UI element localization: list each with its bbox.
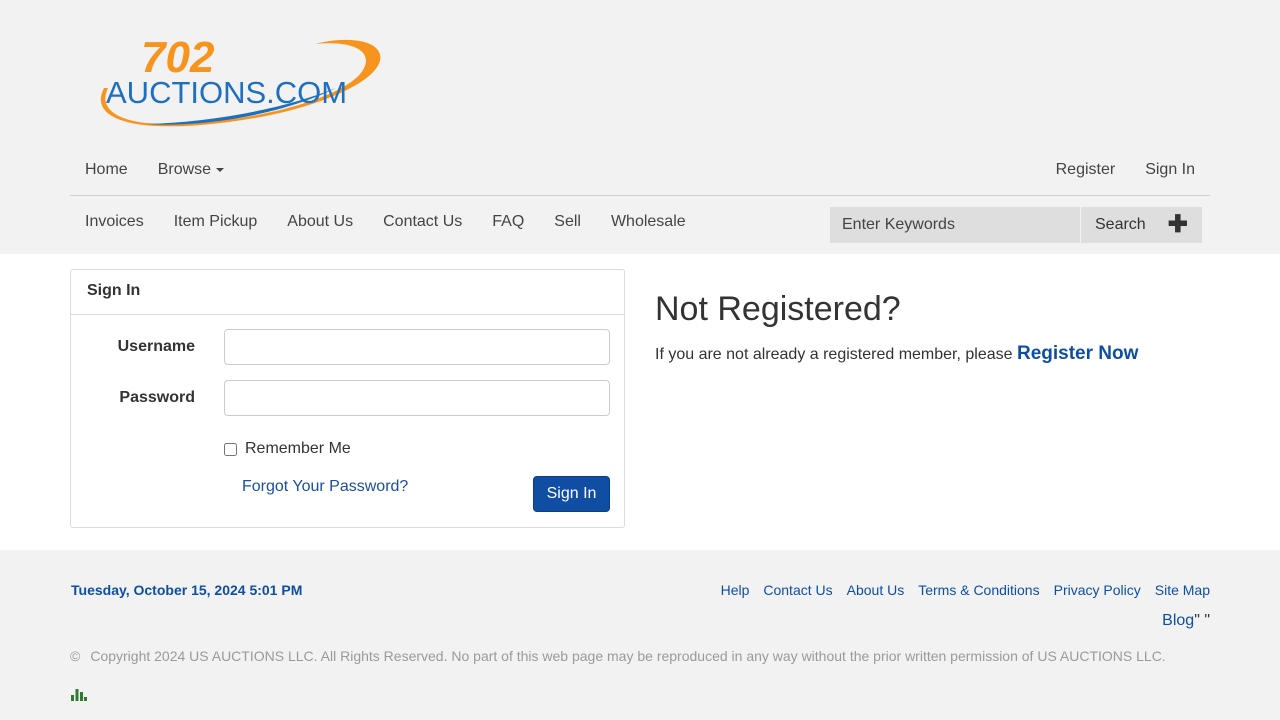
nav-item-pickup[interactable]: Item Pickup xyxy=(159,202,273,242)
password-label: Password xyxy=(119,389,195,406)
username-field[interactable] xyxy=(224,329,610,365)
nav-about-us[interactable]: About Us xyxy=(272,202,368,242)
svg-text:AUCTIONS.COM: AUCTIONS.COM xyxy=(106,75,347,110)
nav-sell[interactable]: Sell xyxy=(539,202,596,242)
nav-register[interactable]: Register xyxy=(1041,150,1131,190)
logo-graphic: 702 AUCTIONS.COM xyxy=(100,33,381,127)
remember-me-row: Remember Me xyxy=(224,440,351,458)
search-bar: Search ✚ xyxy=(830,207,1202,243)
footer-link-privacy-policy[interactable]: Privacy Policy xyxy=(1054,582,1141,598)
footer-link-blog[interactable]: Blog xyxy=(1162,612,1194,629)
sign-in-button[interactable]: Sign In xyxy=(533,476,610,512)
footer-link-help[interactable]: Help xyxy=(721,582,750,598)
username-label: Username xyxy=(117,338,195,355)
footer-links: Help Contact Us About Us Terms & Conditi… xyxy=(707,582,1210,598)
forgot-password-link[interactable]: Forgot Your Password? xyxy=(242,478,408,496)
footer-link-contact-us[interactable]: Contact Us xyxy=(763,582,832,598)
nav-faq[interactable]: FAQ xyxy=(477,202,539,242)
sign-in-panel: Sign In Username Password Remember Me Fo… xyxy=(70,269,625,528)
footer-blog: Blog" " xyxy=(1162,612,1210,630)
current-date: Tuesday, October 15, 2024 5:01 PM xyxy=(71,582,303,598)
not-registered-text: If you are not already a registered memb… xyxy=(655,343,1138,365)
sign-in-panel-title: Sign In xyxy=(71,270,624,315)
nav-browse-dropdown[interactable]: Browse xyxy=(143,150,239,190)
copyright-text: Copyright 2024 US AUCTIONS LLC. All Righ… xyxy=(90,648,1166,664)
nav-contact-us[interactable]: Contact Us xyxy=(368,202,477,242)
copyright-notice: © Copyright 2024 US AUCTIONS LLC. All Rig… xyxy=(70,648,1166,664)
search-input[interactable] xyxy=(830,207,1080,243)
secondary-navigation: Invoices Item Pickup About Us Contact Us… xyxy=(70,202,701,242)
stats-bar-chart-icon[interactable] xyxy=(71,687,87,701)
footer-link-about-us[interactable]: About Us xyxy=(847,582,905,598)
remember-me-checkbox[interactable] xyxy=(224,442,237,456)
nav-wholesale[interactable]: Wholesale xyxy=(596,202,701,242)
site-header: 702 AUCTIONS.COM Home Browse Register Si… xyxy=(0,0,1280,254)
footer-link-site-map[interactable]: Site Map xyxy=(1155,582,1210,598)
password-field[interactable] xyxy=(224,380,610,416)
top-navigation: Home Browse Register Sign In xyxy=(70,150,1210,196)
site-footer: Tuesday, October 15, 2024 5:01 PM Help C… xyxy=(0,550,1280,720)
caret-down-icon xyxy=(216,167,225,172)
remember-me-label: Remember Me xyxy=(245,440,351,457)
copyright-symbol: © xyxy=(70,648,81,664)
blog-trailing-quotes: " " xyxy=(1194,612,1210,629)
footer-link-terms[interactable]: Terms & Conditions xyxy=(918,582,1039,598)
register-now-link[interactable]: Register Now xyxy=(1017,343,1138,364)
search-button-label: Search xyxy=(1095,216,1146,233)
search-button[interactable]: Search ✚ xyxy=(1080,207,1202,243)
nav-sign-in[interactable]: Sign In xyxy=(1130,150,1210,190)
not-registered-message: If you are not already a registered memb… xyxy=(655,346,1017,363)
plus-icon[interactable]: ✚ xyxy=(1168,213,1188,237)
not-registered-heading: Not Registered? xyxy=(655,290,901,328)
nav-browse-label: Browse xyxy=(157,161,212,178)
nav-home[interactable]: Home xyxy=(70,150,143,190)
nav-invoices[interactable]: Invoices xyxy=(70,202,159,242)
site-logo[interactable]: 702 AUCTIONS.COM xyxy=(86,28,386,132)
